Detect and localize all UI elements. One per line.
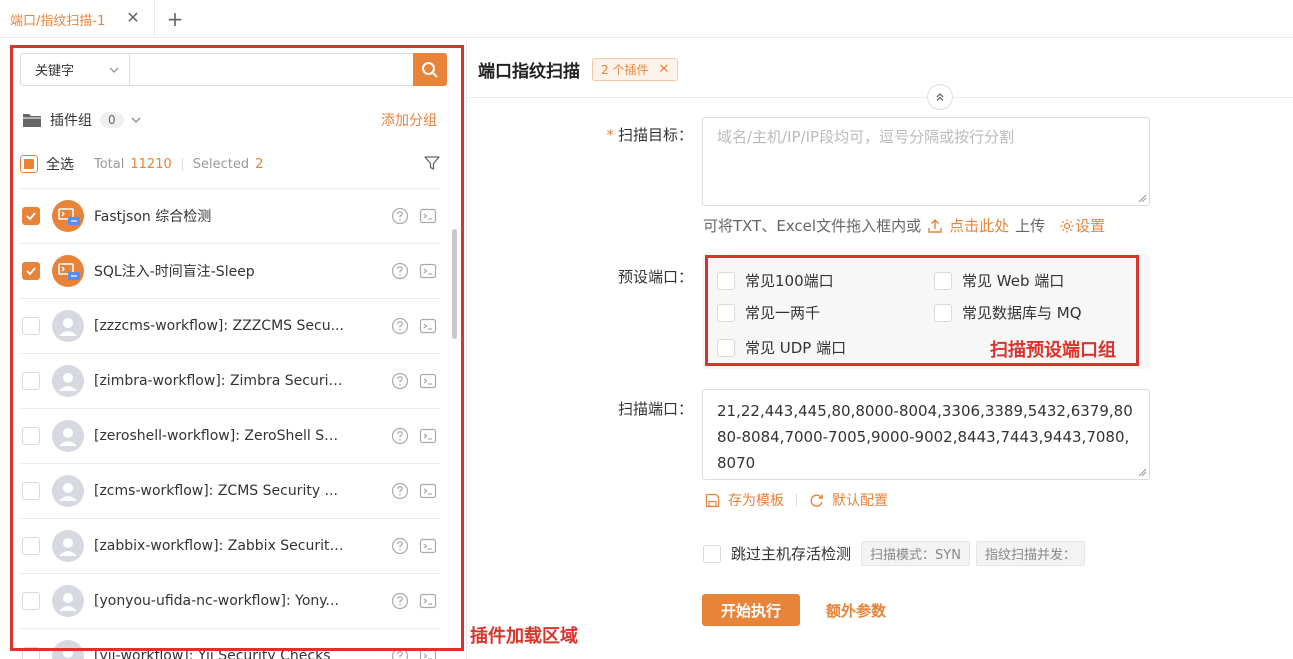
upload-icon — [928, 218, 942, 233]
divider — [467, 97, 1293, 98]
gear-icon — [1060, 219, 1074, 232]
settings-label: 设置 — [1075, 217, 1106, 235]
page-title: 端口指纹扫描 — [478, 62, 580, 82]
target-label: * 扫描目标： — [573, 124, 693, 145]
close-icon[interactable]: ✕ — [658, 62, 669, 77]
plugin-count-tag[interactable]: 2 个插件 ✕ — [592, 58, 679, 81]
collapse-button[interactable] — [927, 84, 953, 110]
refresh-icon — [810, 493, 823, 507]
upload-hint-text: 可将TXT、Excel文件拖入框内或 — [703, 217, 922, 235]
scan-mode-chip[interactable]: 扫描模式：SYN — [861, 541, 970, 566]
divider — [796, 493, 797, 507]
settings-link[interactable]: 设置 — [1059, 215, 1105, 236]
add-tab-icon[interactable]: + — [165, 7, 185, 31]
page-header: 端口指纹扫描 2 个插件 ✕ — [478, 57, 679, 82]
annotation-label-presets: 扫描预设端口组 — [990, 340, 1116, 361]
preset-label: 预设端口： — [617, 268, 693, 286]
save-icon — [705, 493, 720, 507]
start-button[interactable]: 开始执行 — [702, 594, 800, 626]
resize-handle-icon[interactable] — [1137, 193, 1147, 203]
ports-label: 扫描端口： — [617, 400, 693, 418]
default-config-button[interactable]: 默认配置 — [832, 490, 888, 510]
plugin-count-label: 2 个插件 — [601, 63, 649, 77]
annotation-label-plugins: 插件加载区域 — [470, 626, 578, 647]
close-icon[interactable]: ✕ — [125, 10, 141, 26]
skip-host-check-checkbox[interactable] — [703, 544, 721, 563]
resize-handle-icon[interactable] — [1137, 467, 1147, 477]
tab-bar: 端口/指纹扫描-1 ✕ + — [0, 0, 1293, 38]
template-actions: 存为模板 默认配置 — [705, 490, 888, 510]
save-template-button[interactable]: 存为模板 — [728, 490, 784, 510]
double-chevron-up-icon — [936, 93, 944, 101]
skip-host-check-row: 跳过主机存活检测 扫描模式：SYN 指纹扫描并发： — [703, 541, 1085, 566]
target-label-text: 扫描目标： — [617, 126, 693, 144]
upload-after-text: 上传 — [1015, 217, 1046, 235]
fingerprint-concurrency-chip[interactable]: 指纹扫描并发： — [975, 541, 1085, 566]
ports-value: 21,22,443,445,80,8000-8004,3306,3389,543… — [717, 402, 1133, 472]
tab-label: 端口/指纹扫描-1 — [10, 13, 106, 29]
target-textarea[interactable]: 域名/主机/IP/IP段均可，逗号分隔或按行分割 — [702, 117, 1150, 206]
ports-textarea[interactable]: 21,22,443,445,80,8000-8004,3306,3389,543… — [702, 389, 1150, 480]
extra-params-link[interactable]: 额外参数 — [826, 600, 886, 621]
upload-link[interactable]: 点击此处 — [949, 215, 1009, 236]
skip-host-check-label: 跳过主机存活检测 — [731, 545, 852, 563]
annotation-box-plugins — [10, 45, 464, 651]
required-mark: * — [606, 126, 614, 144]
upload-hint: 可将TXT、Excel文件拖入框内或 点击此处 上传 设置 — [703, 215, 1105, 236]
target-placeholder: 域名/主机/IP/IP段均可，逗号分隔或按行分割 — [717, 128, 1015, 146]
